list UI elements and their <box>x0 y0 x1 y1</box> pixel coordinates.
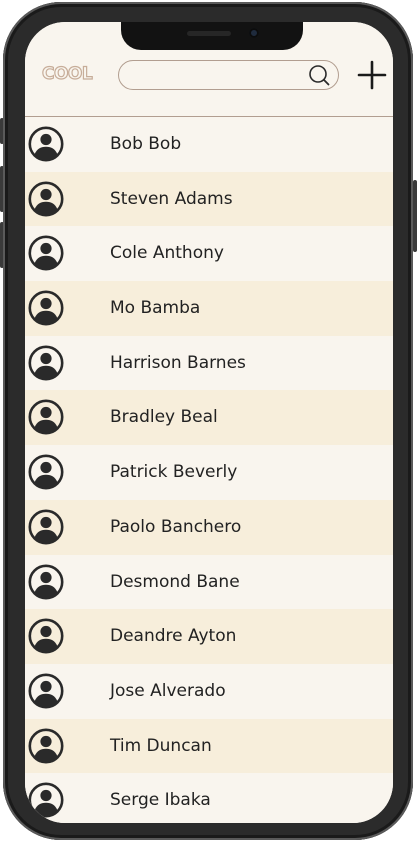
user-avatar-icon <box>28 782 64 818</box>
contact-row[interactable]: Desmond Bane <box>25 554 393 610</box>
user-avatar-icon <box>28 728 64 764</box>
user-avatar-icon <box>28 126 64 162</box>
notch <box>121 22 303 50</box>
contact-row[interactable]: Tim Duncan <box>25 718 393 774</box>
app-screen: COOL Bob Bob Steven Adams Cole Anthony Mo B… <box>25 22 393 823</box>
user-avatar-icon <box>28 181 64 217</box>
contact-row[interactable]: Bradley Beal <box>25 390 393 446</box>
contact-row[interactable]: Cole Anthony <box>25 226 393 282</box>
user-avatar-icon <box>28 618 64 654</box>
contact-name: Cole Anthony <box>110 243 224 264</box>
add-contact-button[interactable] <box>357 60 387 90</box>
user-avatar-icon <box>28 509 64 545</box>
contact-row[interactable]: Steven Adams <box>25 171 393 227</box>
front-camera <box>249 28 259 38</box>
contact-name: Patrick Beverly <box>110 462 238 483</box>
contact-row[interactable]: Jose Alverado <box>25 663 393 719</box>
contact-row[interactable]: Paolo Banchero <box>25 499 393 555</box>
user-avatar-icon <box>28 235 64 271</box>
user-avatar-icon <box>28 673 64 709</box>
contact-name: Harrison Barnes <box>110 352 246 373</box>
contact-row[interactable]: Patrick Beverly <box>25 445 393 500</box>
contact-name: Steven Adams <box>110 188 233 209</box>
app-logo[interactable]: COOL <box>41 63 93 84</box>
user-avatar-icon <box>28 563 64 600</box>
contact-name: Bob Bob <box>110 134 182 154</box>
contact-row[interactable]: Deandre Ayton <box>25 609 393 664</box>
contact-row[interactable]: Mo Bamba <box>25 281 393 336</box>
contact-row[interactable]: Harrison Barnes <box>25 335 393 391</box>
contact-name: Tim Duncan <box>110 735 212 756</box>
speaker-grille <box>187 31 231 36</box>
contact-row[interactable]: Bob Bob <box>25 117 393 172</box>
contact-name: Paolo Banchero <box>110 516 242 537</box>
power-button <box>413 180 417 252</box>
contact-name: Jose Alverado <box>110 680 226 701</box>
user-avatar-icon <box>28 345 64 381</box>
contact-list: Bob Bob Steven Adams Cole Anthony Mo Bamba H… <box>25 117 393 823</box>
contact-row[interactable]: Serge Ibaka <box>25 773 393 823</box>
contact-name: Deandre Ayton <box>110 626 237 647</box>
search-input[interactable] <box>131 65 303 87</box>
search-bar[interactable] <box>118 60 339 90</box>
phone-mockup: COOL Bob Bob Steven Adams Cole Anthony Mo B… <box>0 0 419 844</box>
contact-name: Mo Bamba <box>110 298 201 319</box>
contact-name: Bradley Beal <box>110 407 218 428</box>
user-avatar-icon <box>28 454 64 490</box>
contact-name: Desmond Bane <box>110 571 240 592</box>
contact-name: Serge Ibaka <box>110 790 211 811</box>
search-icon[interactable] <box>308 64 330 86</box>
user-avatar-icon <box>28 290 64 326</box>
user-avatar-icon <box>28 399 64 435</box>
